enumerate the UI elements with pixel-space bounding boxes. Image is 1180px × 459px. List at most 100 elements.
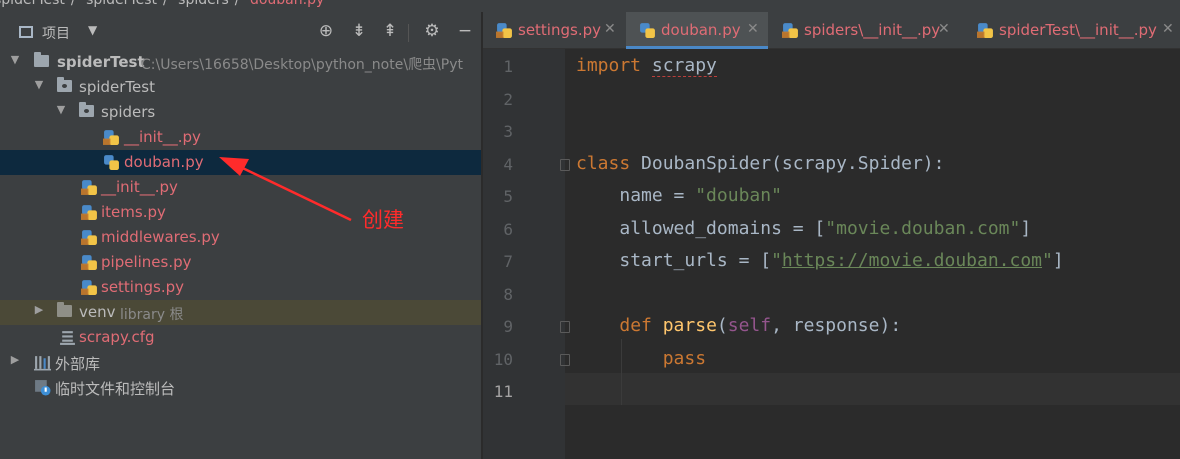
fold-end-marker-icon[interactable] [560,354,570,366]
line-number-current: 11 [493,382,513,401]
fold-marker-icon[interactable] [560,159,570,171]
code-text: name = [619,185,696,206]
class-declaration: DoubanSpider(scrapy.Spider): [641,153,945,174]
keyword: pass [662,348,707,369]
tree-label: __init__.py [101,178,178,196]
python-file-icon [81,230,97,245]
tab-label: settings.py [518,21,601,39]
line-number: 10 [493,350,513,369]
line-number: 8 [503,285,513,304]
keyword: import [576,55,642,76]
collapse-all-icon[interactable]: ⇞ [380,21,400,41]
annotation-label: 创建 [362,208,404,232]
tree-item-venv[interactable]: ▶ venv library 根 [0,300,481,325]
line-number-gutter[interactable]: 1 2 3 4 5 6 7 8 9 10 11 [483,49,565,459]
tree-item-items[interactable]: items.py [0,200,481,225]
tab-settings[interactable]: settings.py ✕ [483,12,625,49]
tree-item-douban[interactable]: douban.py [0,150,481,175]
module-name: scrapy [651,55,717,77]
close-icon[interactable]: ✕ [604,21,616,37]
code-line-4[interactable]: class DoubanSpider(scrapy.Spider): [576,153,944,174]
package-folder-icon [79,102,94,117]
tab-spidertest-init[interactable]: spiderTest\__init__.py ✕ [964,12,1180,49]
tab-label: spiders\__init__.py [804,21,941,39]
string-quote: " [1042,250,1053,271]
code-line-9[interactable]: def parse(self, response): [576,315,901,336]
hide-panel-icon[interactable]: − [455,21,475,41]
gear-icon[interactable]: ⚙ [422,21,442,41]
self-param: self [727,315,772,336]
breadcrumb-spiders[interactable]: spiders [178,0,229,8]
tree-item-settings[interactable]: settings.py [0,275,481,300]
tree-item-scratches[interactable]: 临时文件和控制台 [0,375,481,400]
tree-label: 外部库 [55,355,101,373]
project-panel: 项目 ▼ ⊕ ⇟ ⇞ ⚙ − ▼ spiderTest C:\Users\166… [0,12,481,459]
close-icon[interactable]: ✕ [938,21,950,37]
python-file-icon [782,23,798,38]
tree-item-pipelines[interactable]: pipelines.py [0,250,481,275]
folder-icon [57,302,72,317]
keyword: class [576,153,631,174]
tree-label: spiderTest [79,78,155,96]
close-icon[interactable]: ✕ [1162,21,1174,37]
folder-icon [34,52,49,67]
chevron-right-icon[interactable]: ▶ [9,353,21,366]
tree-item-root[interactable]: ▼ spiderTest C:\Users\16658\Desktop\pyth… [0,50,481,75]
locate-file-icon[interactable]: ⊕ [316,21,336,41]
code-line-10[interactable]: pass [576,348,706,369]
python-file-icon [104,155,119,170]
current-line-highlight [565,373,1180,405]
python-file-icon [81,205,97,220]
python-file-icon [103,130,119,145]
code-line-6[interactable]: allowed_domains = ["movie.douban.com"] [576,218,1031,239]
chevron-down-icon[interactable]: ▼ [33,78,45,91]
project-toolbar: 项目 ▼ ⊕ ⇟ ⇞ ⚙ − [0,20,481,46]
package-folder-icon [57,77,72,92]
breadcrumb-root[interactable]: spiderTest [0,0,65,8]
chevron-down-icon[interactable]: ▼ [88,23,97,37]
fold-marker-icon[interactable] [560,321,570,333]
tree-item-package[interactable]: ▼ spiderTest [0,75,481,100]
string-literal: "douban" [695,185,782,206]
tree-item-spiders[interactable]: ▼ spiders [0,100,481,125]
code-text: start_urls = [ [619,250,772,271]
tree-item-scrapy-cfg[interactable]: scrapy.cfg [0,325,481,350]
code-line-5[interactable]: name = "douban" [576,185,782,206]
keyword: def [619,315,652,336]
line-number: 2 [503,90,513,109]
line-number: 4 [503,155,513,174]
tree-item-middlewares[interactable]: middlewares.py [0,225,481,250]
library-icon [34,356,51,371]
tab-spiders-init[interactable]: spiders\__init__.py ✕ [769,12,957,49]
tree-label: settings.py [101,278,184,296]
line-number: 1 [503,57,513,76]
tree-item-spiders-init[interactable]: __init__.py [0,125,481,150]
code-editor[interactable]: 1 2 3 4 5 6 7 8 9 10 11 import scrapy cl… [483,49,1180,459]
tree-label: scrapy.cfg [79,328,155,346]
function-name: parse [662,315,717,336]
tree-label: __init__.py [124,128,201,146]
breadcrumb-file[interactable]: douban.py [250,0,324,8]
tree-label: pipelines.py [101,253,192,271]
tab-label: spiderTest\__init__.py [999,21,1157,39]
line-number: 3 [503,122,513,141]
python-file-icon [81,180,97,195]
code-line-7[interactable]: start_urls = ["https://movie.douban.com"… [576,250,1063,271]
chevron-down-icon[interactable]: ▼ [9,53,21,66]
chevron-down-icon[interactable]: ▼ [55,103,67,116]
project-panel-title[interactable]: 项目 [42,23,70,43]
tree-item-external-libraries[interactable]: ▶ 外部库 [0,350,481,375]
tree-label: spiderTest [57,53,145,71]
tree-label: venv [79,303,116,321]
code-text: ] [1020,218,1032,239]
tree-item-package-init[interactable]: __init__.py [0,175,481,200]
url-link[interactable]: https://movie.douban.com [782,250,1042,271]
close-icon[interactable]: ✕ [747,21,759,37]
tab-douban[interactable]: douban.py ✕ [626,12,768,49]
tree-root-path: C:\Users\16658\Desktop\python_note\爬虫\Py… [141,57,463,73]
line-number: 9 [503,317,513,336]
code-line-1[interactable]: import scrapy [576,55,717,77]
breadcrumb-package[interactable]: spiderTest [86,0,157,8]
expand-all-icon[interactable]: ⇟ [349,21,369,41]
chevron-right-icon[interactable]: ▶ [33,303,45,316]
